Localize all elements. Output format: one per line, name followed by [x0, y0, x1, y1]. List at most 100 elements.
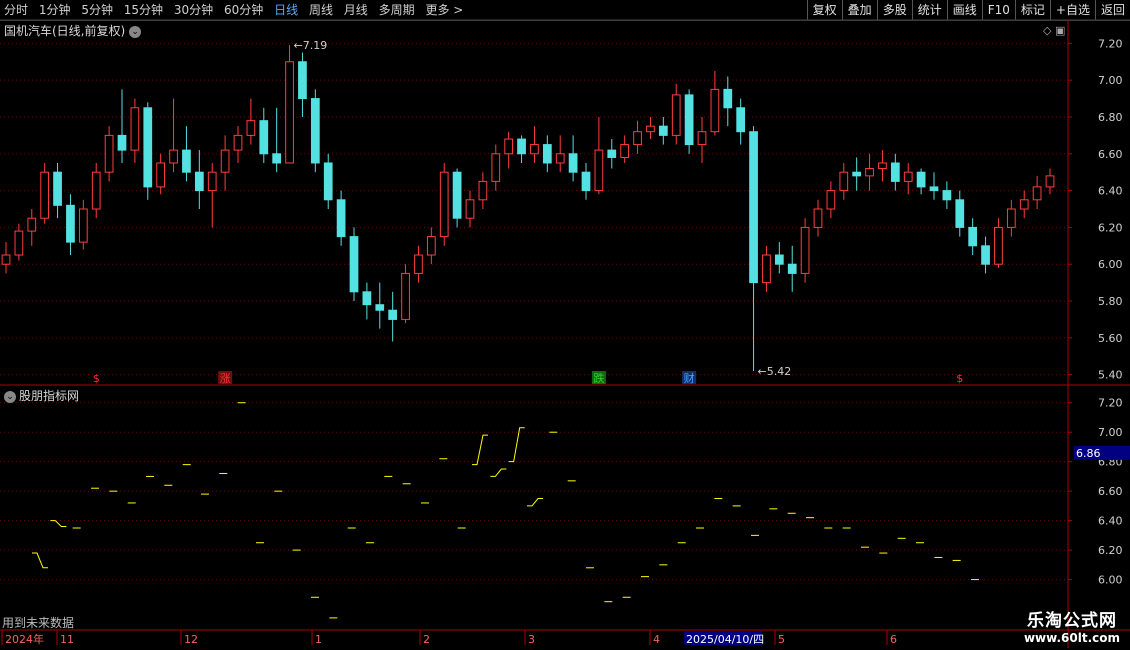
y-tick-label: 5.40 — [1098, 369, 1123, 382]
candle-body — [916, 171, 926, 188]
candle-body — [594, 149, 604, 192]
y-tick-label: 5.80 — [1098, 295, 1123, 308]
y-tick-label: 6.20 — [1098, 544, 1123, 557]
candle-body — [671, 94, 681, 136]
candle-body — [555, 153, 565, 164]
y-tick-label: 7.00 — [1098, 426, 1123, 439]
candle-body — [697, 131, 707, 146]
indicator-title[interactable]: ⌄ 股朋指标网 — [4, 387, 79, 404]
candle-body — [66, 204, 75, 243]
candle-body — [285, 61, 294, 164]
candle-body — [362, 291, 372, 306]
chart-canvas: 5.40 5.60 5.80 6.00 6.20 6.40 6.60 6.80 7.00 7.20… — [0, 19, 1130, 648]
candle-body — [207, 171, 217, 192]
y-tick-label: 5.60 — [1098, 332, 1123, 345]
current-value-label: 6.86 — [1076, 447, 1101, 460]
candle-body — [233, 134, 243, 151]
candle-body — [530, 144, 539, 155]
y-tick-label: 6.20 — [1098, 221, 1123, 234]
y-tick-label: 6.00 — [1098, 258, 1123, 271]
indicator-segment — [32, 552, 48, 569]
candle-body — [903, 171, 913, 182]
candle-body — [646, 125, 655, 133]
y-tick-label: 7.20 — [1098, 397, 1123, 410]
brand-name: 乐淘公式网 — [1026, 611, 1117, 631]
cursor-date-label: 2025/04/10/四 — [686, 633, 764, 646]
event-marker: 财 — [684, 371, 695, 385]
candle-body — [929, 186, 939, 192]
candle-body — [388, 309, 398, 320]
candle-body — [620, 144, 630, 158]
y-tick-label: 6.80 — [1098, 111, 1123, 124]
candle-body — [336, 199, 346, 238]
candle-body — [491, 153, 501, 182]
candle-body — [414, 254, 423, 274]
candle-body — [40, 171, 50, 219]
candle-body — [517, 138, 526, 155]
candle-body — [658, 125, 668, 136]
candle-body — [1045, 175, 1055, 188]
candle-body — [1019, 199, 1029, 210]
candle-body — [787, 263, 797, 274]
candle-body — [169, 149, 178, 164]
candle-body — [259, 120, 269, 155]
candle-body — [568, 153, 578, 173]
candle-body — [182, 149, 191, 173]
candle-body — [813, 208, 823, 228]
candle-body — [14, 230, 24, 256]
candle-body — [53, 171, 62, 206]
candle-body — [710, 88, 720, 133]
brand-watermark: 乐淘公式网 www.60lt.com — [1024, 606, 1120, 645]
candle-body — [749, 131, 758, 284]
future-data-note: 用到未来数据 — [2, 616, 75, 630]
y-tick-label: 6.60 — [1098, 148, 1123, 161]
candle-body — [104, 134, 114, 173]
indicator-segment — [490, 468, 507, 477]
candle-body — [542, 144, 552, 164]
event-marker: 跌 — [593, 371, 604, 385]
y-tick-label: 6.40 — [1098, 185, 1123, 198]
chevron-down-icon[interactable]: ⌄ — [4, 390, 16, 403]
candle-body — [762, 254, 771, 284]
x-tick-label: 2024年 — [5, 632, 44, 646]
x-tick-label: 6 — [890, 633, 897, 646]
y-tick-label: 6.00 — [1098, 574, 1123, 587]
indicator-segment — [527, 498, 543, 507]
candle-body — [323, 162, 333, 201]
candle-body — [633, 131, 642, 146]
candle-body — [504, 138, 514, 155]
candle-body — [156, 162, 166, 188]
candle-body — [1, 254, 11, 265]
candle-body — [839, 171, 849, 192]
candle-body — [723, 88, 733, 109]
candle-body — [736, 107, 746, 133]
candle-body — [194, 171, 204, 192]
event-marker: $ — [956, 372, 963, 385]
candle-body — [684, 94, 694, 146]
indicator-segment — [472, 434, 488, 466]
candle-body — [143, 107, 153, 188]
indicator-segment — [50, 520, 67, 528]
indicator-segment — [508, 427, 525, 463]
indicator-title-text: 股朋指标网 — [19, 389, 80, 403]
x-tick-label: 2 — [423, 633, 430, 646]
candle-body — [310, 98, 320, 164]
x-tick-label: 4 — [653, 633, 660, 646]
candle-body — [774, 254, 784, 265]
candle-body — [375, 304, 385, 311]
candle-body — [826, 190, 836, 210]
candle-body — [890, 162, 900, 182]
price-annotation: ←7.19 — [294, 39, 328, 52]
candle-body — [220, 149, 230, 173]
candle-body — [981, 245, 990, 265]
x-tick-label: 3 — [528, 633, 535, 646]
candle-body — [272, 153, 282, 164]
candle-body — [865, 168, 874, 177]
event-marker: 涨 — [220, 372, 231, 385]
candle-body — [130, 107, 140, 151]
candle-body — [78, 208, 88, 243]
candle-body — [452, 171, 462, 219]
candle-body — [91, 171, 101, 210]
x-tick-label: 1 — [315, 633, 322, 646]
candle-body — [942, 190, 952, 201]
